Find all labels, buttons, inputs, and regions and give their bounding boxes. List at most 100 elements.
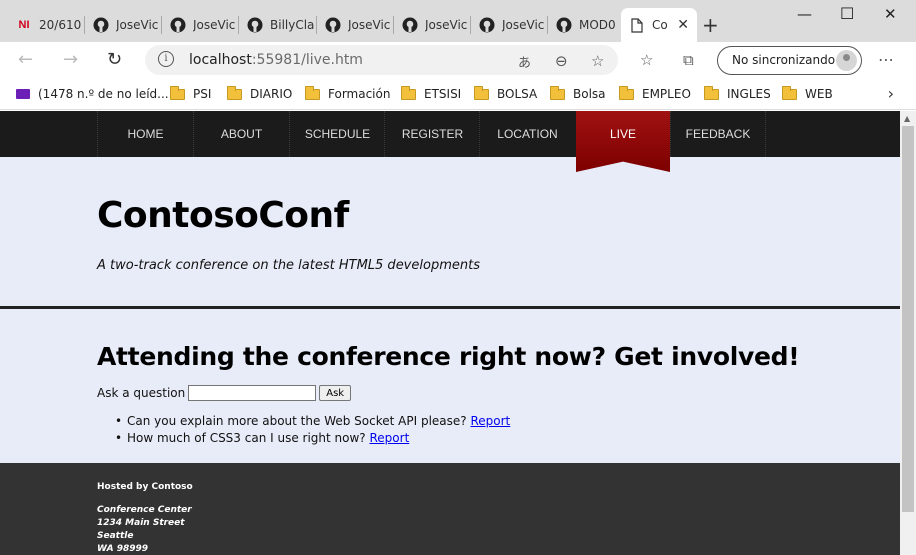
list-item: How much of CSS3 can I use right now? Re… (115, 431, 510, 445)
profile-sync-button[interactable]: No sincronizando (717, 46, 862, 75)
nav-home[interactable]: HOME (97, 111, 193, 157)
favorites-icon[interactable]: ☆ (640, 51, 653, 69)
folder-icon (782, 85, 797, 100)
site-tagline: A two-track conference on the latest HTM… (97, 258, 480, 273)
minimize-button[interactable]: — (797, 5, 812, 23)
address-line: Seattle (97, 531, 134, 541)
tab-title: JoseVic (502, 18, 545, 32)
address-line: WA 98999 (97, 544, 149, 554)
tab-title: JoseVic (348, 18, 391, 32)
ask-button[interactable]: Ask (319, 385, 352, 401)
scroll-thumb[interactable] (902, 126, 914, 512)
tab-strip: NI 20/610 JoseVic JoseVic BillyCla JoseV… (0, 0, 916, 42)
bookmark-ingles[interactable]: INGLES (704, 85, 771, 101)
folder-icon (474, 85, 489, 100)
report-link[interactable]: Report (370, 431, 410, 445)
question-text: Can you explain more about the Web Socke… (127, 414, 467, 428)
tab-title: BillyCla (270, 18, 315, 32)
tab-active[interactable]: Co ✕ (621, 8, 697, 42)
close-window-button[interactable]: ✕ (884, 5, 897, 23)
maximize-button[interactable]: ☐ (840, 4, 854, 23)
question-text: How much of CSS3 can I use right now? (127, 431, 366, 445)
refresh-button[interactable]: ↻ (107, 49, 122, 70)
bookmark-web[interactable]: WEB (782, 85, 833, 101)
ask-label: Ask a question (97, 386, 186, 400)
tab-8[interactable]: MOD0 (548, 8, 621, 42)
bookmark-formacion[interactable]: Formación (305, 85, 390, 101)
tab-6[interactable]: JoseVic (394, 8, 471, 42)
folder-icon (550, 85, 565, 100)
bookmark-bolsa[interactable]: Bolsa (550, 85, 606, 101)
tab-title: JoseVic (116, 18, 159, 32)
address-line: Conference Center (97, 505, 192, 515)
address-line: 1234 Main Street (97, 518, 185, 528)
tab-title: Co (652, 18, 668, 32)
ask-form: Ask a question Ask (97, 385, 352, 401)
more-menu-icon[interactable]: ⋯ (878, 50, 894, 69)
tab-title: MOD0 (579, 18, 616, 32)
nav-location[interactable]: LOCATION (479, 111, 575, 157)
nav-about[interactable]: ABOUT (193, 111, 289, 157)
site-footer: Hosted by Contoso Conference Center 1234… (0, 463, 900, 555)
tab-4[interactable]: BillyCla (239, 8, 317, 42)
folder-icon (305, 85, 320, 100)
tab-title: JoseVic (193, 18, 236, 32)
scroll-up-icon[interactable]: ▲ (904, 114, 910, 123)
new-tab-button[interactable]: + (702, 13, 719, 37)
site-info-icon[interactable]: i (158, 51, 174, 67)
github-icon (93, 17, 109, 33)
nav-schedule[interactable]: SCHEDULE (289, 111, 385, 157)
address-bar[interactable]: i localhost:55981/live.htm あ ⊖ ☆ (145, 45, 618, 75)
back-button[interactable]: ← (18, 49, 33, 70)
github-icon (479, 17, 495, 33)
header-divider (0, 306, 900, 309)
tab-title: JoseVic (425, 18, 468, 32)
site-nav: HOME ABOUT SCHEDULE REGISTER LOCATION LI… (0, 111, 900, 172)
page-viewport: HOME ABOUT SCHEDULE REGISTER LOCATION LI… (0, 111, 900, 555)
url-text[interactable]: localhost:55981/live.htm (189, 52, 363, 68)
bookmark-bolsa-upper[interactable]: BOLSA (474, 85, 537, 101)
nav-feedback[interactable]: FEEDBACK (670, 111, 766, 157)
github-icon (170, 17, 186, 33)
nav-live[interactable]: LIVE (575, 111, 671, 157)
venue-address: Conference Center 1234 Main Street Seatt… (97, 504, 192, 555)
chevron-right-icon[interactable]: › (888, 84, 894, 103)
bookmark-diario[interactable]: DIARIO (227, 85, 292, 101)
nav-register[interactable]: REGISTER (384, 111, 480, 157)
address-toolbar: ← → ↻ i localhost:55981/live.htm あ ⊖ ☆ ☆… (0, 42, 916, 79)
bookmark-etsisi[interactable]: ETSISI (401, 85, 461, 101)
bookmark-psi[interactable]: PSI (170, 85, 211, 101)
page-icon (629, 17, 645, 33)
bookmark-empleo[interactable]: EMPLEO (619, 85, 691, 101)
folder-icon (619, 85, 634, 100)
report-link[interactable]: Report (470, 414, 510, 428)
vertical-scrollbar[interactable]: ▲ (900, 111, 916, 555)
collections-icon[interactable]: ⧉ (683, 51, 694, 69)
forward-button[interactable]: → (63, 49, 78, 70)
tab-3[interactable]: JoseVic (162, 8, 239, 42)
tab-1[interactable]: NI 20/610 (8, 8, 85, 42)
tab-5[interactable]: JoseVic (317, 8, 394, 42)
github-icon (556, 17, 572, 33)
github-icon (402, 17, 418, 33)
folder-icon (704, 85, 719, 100)
translate-icon[interactable]: あ (518, 52, 531, 71)
favorite-star-icon[interactable]: ☆ (591, 52, 604, 70)
close-tab-icon[interactable]: ✕ (677, 17, 689, 33)
live-heading: Attending the conference right now? Get … (97, 342, 800, 371)
zoom-out-icon[interactable]: ⊖ (555, 52, 568, 70)
folder-icon (401, 85, 416, 100)
github-icon (247, 17, 263, 33)
bookmarks-bar: (1478 n.º de no leíd... PSI DIARIO Forma… (0, 79, 916, 110)
tab-2[interactable]: JoseVic (85, 8, 162, 42)
avatar-icon (836, 50, 857, 71)
mail-icon (16, 89, 30, 99)
tab-7[interactable]: JoseVic (471, 8, 548, 42)
bookmark-mail[interactable]: (1478 n.º de no leíd... (16, 87, 169, 101)
tab-title: 20/610 (39, 18, 82, 32)
github-icon (325, 17, 341, 33)
sync-label: No sincronizando (732, 53, 836, 67)
newsletter-icon: NI (18, 19, 30, 31)
question-input[interactable] (188, 385, 317, 401)
site-title: ContosoConf (97, 195, 349, 236)
